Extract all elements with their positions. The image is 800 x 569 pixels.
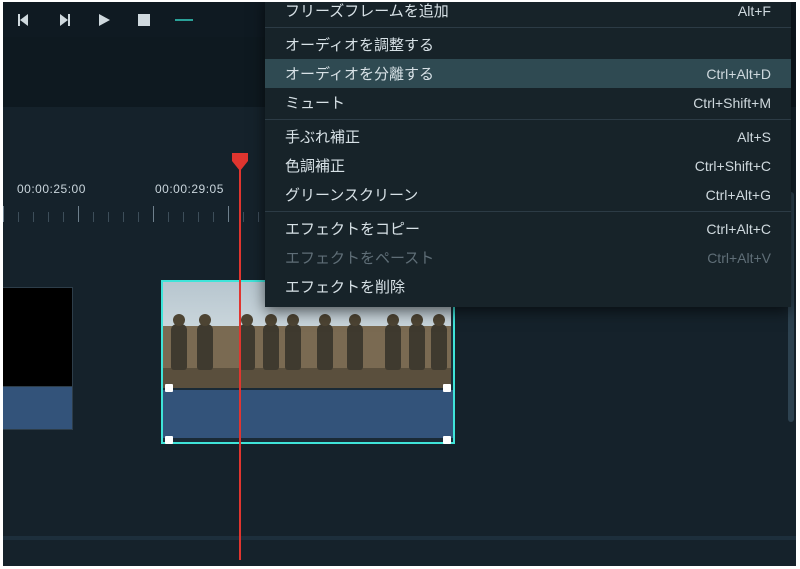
clip-audio-track[interactable] — [3, 386, 73, 430]
menu-item-shortcut: Ctrl+Alt+V — [707, 250, 771, 266]
playhead[interactable] — [239, 160, 241, 560]
menu-item[interactable]: エフェクトをコピーCtrl+Alt+C — [265, 214, 791, 243]
menu-item-label: オーディオを分離する — [285, 63, 706, 84]
video-editor: 00:00:25:00 00:00:29:05 — [3, 2, 796, 566]
clip-audio-lane[interactable] — [163, 390, 453, 438]
menu-item-label: オーディオを調整する — [285, 34, 771, 55]
menu-item-shortcut: Alt+F — [738, 3, 771, 19]
menu-item-label: ミュート — [285, 92, 693, 113]
clip-thumbnail[interactable] — [3, 287, 73, 387]
menu-item-label: フリーズフレームを追加 — [285, 2, 738, 21]
ruler-timestamp: 00:00:29:05 — [155, 182, 224, 196]
menu-item-label: エフェクトをペースト — [285, 247, 707, 268]
menu-item-label: 手ぶれ補正 — [285, 126, 737, 147]
clip-handle-left[interactable] — [165, 384, 173, 392]
prev-frame-icon[interactable] — [15, 11, 33, 29]
menu-item[interactable]: エフェクトを削除 — [265, 272, 791, 301]
context-menu: フリーズフレームを追加Alt+Fオーディオを調整するオーディオを分離するCtrl… — [265, 2, 791, 307]
menu-item[interactable]: グリーンスクリーンCtrl+Alt+G — [265, 180, 791, 212]
menu-item-label: グリーンスクリーン — [285, 184, 706, 205]
menu-item-shortcut: Alt+S — [737, 129, 771, 145]
menu-item-shortcut: Ctrl+Alt+D — [706, 66, 771, 82]
ruler-timestamp: 00:00:25:00 — [17, 182, 86, 196]
play-icon[interactable] — [95, 11, 113, 29]
playhead-handle[interactable] — [231, 152, 249, 172]
menu-item[interactable]: フリーズフレームを追加Alt+F — [265, 2, 791, 28]
menu-item[interactable]: オーディオを調整する — [265, 30, 791, 59]
menu-item-label: エフェクトをコピー — [285, 218, 706, 239]
stop-icon[interactable] — [135, 11, 153, 29]
clip-handle-left[interactable] — [165, 436, 173, 444]
menu-item-shortcut: Ctrl+Alt+G — [706, 187, 771, 203]
menu-item-shortcut: Ctrl+Alt+C — [706, 221, 771, 237]
cut-icon[interactable] — [175, 11, 193, 29]
menu-item: エフェクトをペーストCtrl+Alt+V — [265, 243, 791, 272]
menu-item-shortcut: Ctrl+Shift+C — [695, 158, 771, 174]
menu-item[interactable]: 手ぶれ補正Alt+S — [265, 122, 791, 151]
menu-item[interactable]: ミュートCtrl+Shift+M — [265, 88, 791, 120]
menu-item-label: エフェクトを削除 — [285, 276, 771, 297]
menu-item-label: 色調補正 — [285, 155, 695, 176]
menu-item[interactable]: 色調補正Ctrl+Shift+C — [265, 151, 791, 180]
menu-item[interactable]: オーディオを分離するCtrl+Alt+D — [265, 59, 791, 88]
clip-handle-right[interactable] — [443, 436, 451, 444]
bottom-shelf — [3, 536, 796, 540]
menu-item-shortcut: Ctrl+Shift+M — [693, 95, 771, 111]
clip-handle-right[interactable] — [443, 384, 451, 392]
next-frame-icon[interactable] — [55, 11, 73, 29]
